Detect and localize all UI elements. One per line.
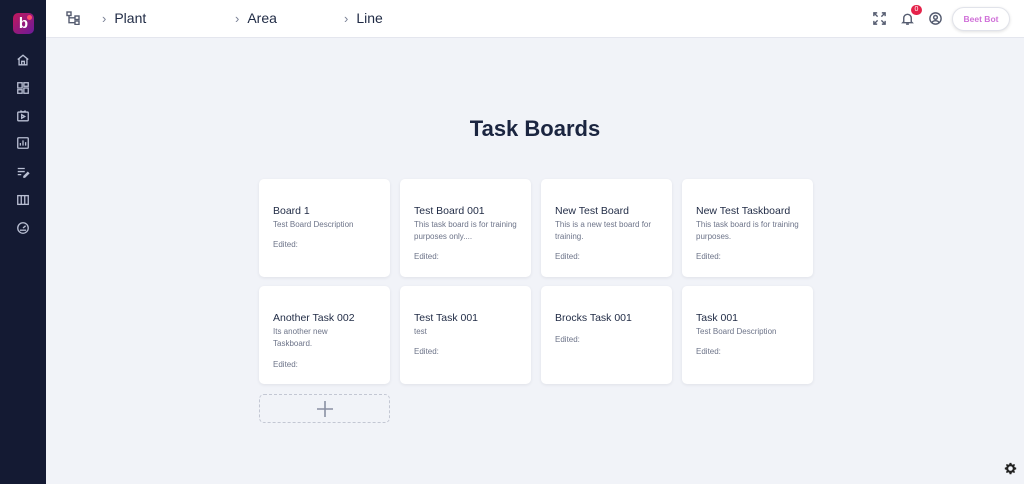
board-title: Task 001 <box>696 312 739 324</box>
breadcrumb-label: Line <box>356 10 383 26</box>
board-title: Test Board 001 <box>414 205 485 217</box>
plus-icon <box>316 400 333 417</box>
board-title: Test Task 001 <box>414 312 479 324</box>
breadcrumb-line[interactable]: › Line <box>344 10 383 26</box>
board-description: Its another new Taskboard. <box>273 327 328 349</box>
board-title: Board 1 <box>273 205 310 217</box>
board-title: Brocks Task 001 <box>555 312 632 324</box>
home-icon[interactable] <box>15 52 31 68</box>
board-card[interactable]: Test Task 001 test Edited: <box>400 286 531 384</box>
chart-icon[interactable] <box>15 135 31 151</box>
board-title: New Test Taskboard <box>696 205 791 217</box>
board-edited: Edited: <box>414 252 439 261</box>
app-logo[interactable]: b <box>13 13 34 34</box>
board-card[interactable]: Task 001 Test Board Description Edited: <box>682 286 813 384</box>
hierarchy-icon[interactable] <box>66 11 80 26</box>
gauge-icon[interactable] <box>15 220 31 236</box>
board-description: Test Board Description <box>273 220 354 229</box>
columns-icon[interactable] <box>15 192 31 208</box>
sidebar: b <box>0 0 46 484</box>
board-card[interactable]: Board 1 Test Board Description Edited: <box>259 179 390 277</box>
chevron-right-icon: › <box>344 10 349 26</box>
user-icon[interactable] <box>928 11 944 27</box>
video-icon[interactable] <box>15 108 31 124</box>
board-card[interactable]: Another Task 002 Its another new Taskboa… <box>259 286 390 384</box>
board-description: This task board is for training purposes… <box>414 220 517 242</box>
settings-button[interactable] <box>1004 462 1020 478</box>
edit-list-icon[interactable] <box>15 164 31 180</box>
logo-dot <box>27 15 32 20</box>
board-edited: Edited: <box>696 347 721 356</box>
dashboard-icon[interactable] <box>15 80 31 96</box>
fullscreen-icon[interactable] <box>872 11 888 27</box>
gear-icon <box>1004 462 1017 475</box>
chevron-right-icon: › <box>102 10 107 26</box>
breadcrumb-plant[interactable]: › Plant <box>102 10 146 26</box>
add-board-button[interactable] <box>259 394 390 423</box>
board-edited: Edited: <box>555 335 580 344</box>
board-title: New Test Board <box>555 205 629 217</box>
page-title: Task Boards <box>469 116 601 141</box>
chevron-right-icon: › <box>235 10 240 26</box>
breadcrumb-area[interactable]: › Area <box>235 10 277 26</box>
breadcrumb-label: Plant <box>114 10 147 26</box>
board-edited: Edited: <box>273 360 298 369</box>
board-edited: Edited: <box>696 252 721 261</box>
board-edited: Edited: <box>555 252 580 261</box>
breadcrumb-label: Area <box>247 10 277 26</box>
board-card[interactable]: New Test Board This is a new test board … <box>541 179 672 277</box>
board-edited: Edited: <box>273 240 298 249</box>
board-card[interactable]: Brocks Task 001 Edited: <box>541 286 672 384</box>
board-description: Test Board Description <box>696 327 777 336</box>
notification-badge: 0 <box>911 5 922 15</box>
board-description: test <box>414 327 427 336</box>
board-description: This is a new test board for training. <box>555 220 652 242</box>
top-bar: › Plant › Area › Line 0 Beet Bot <box>46 0 1024 38</box>
board-title: Another Task 002 <box>273 312 355 324</box>
board-edited: Edited: <box>414 347 439 356</box>
beet-bot-button[interactable]: Beet Bot <box>952 7 1010 31</box>
board-description: This task board is for training purposes… <box>696 220 799 242</box>
board-card[interactable]: New Test Taskboard This task board is fo… <box>682 179 813 277</box>
board-card[interactable]: Test Board 001 This task board is for tr… <box>400 179 531 277</box>
